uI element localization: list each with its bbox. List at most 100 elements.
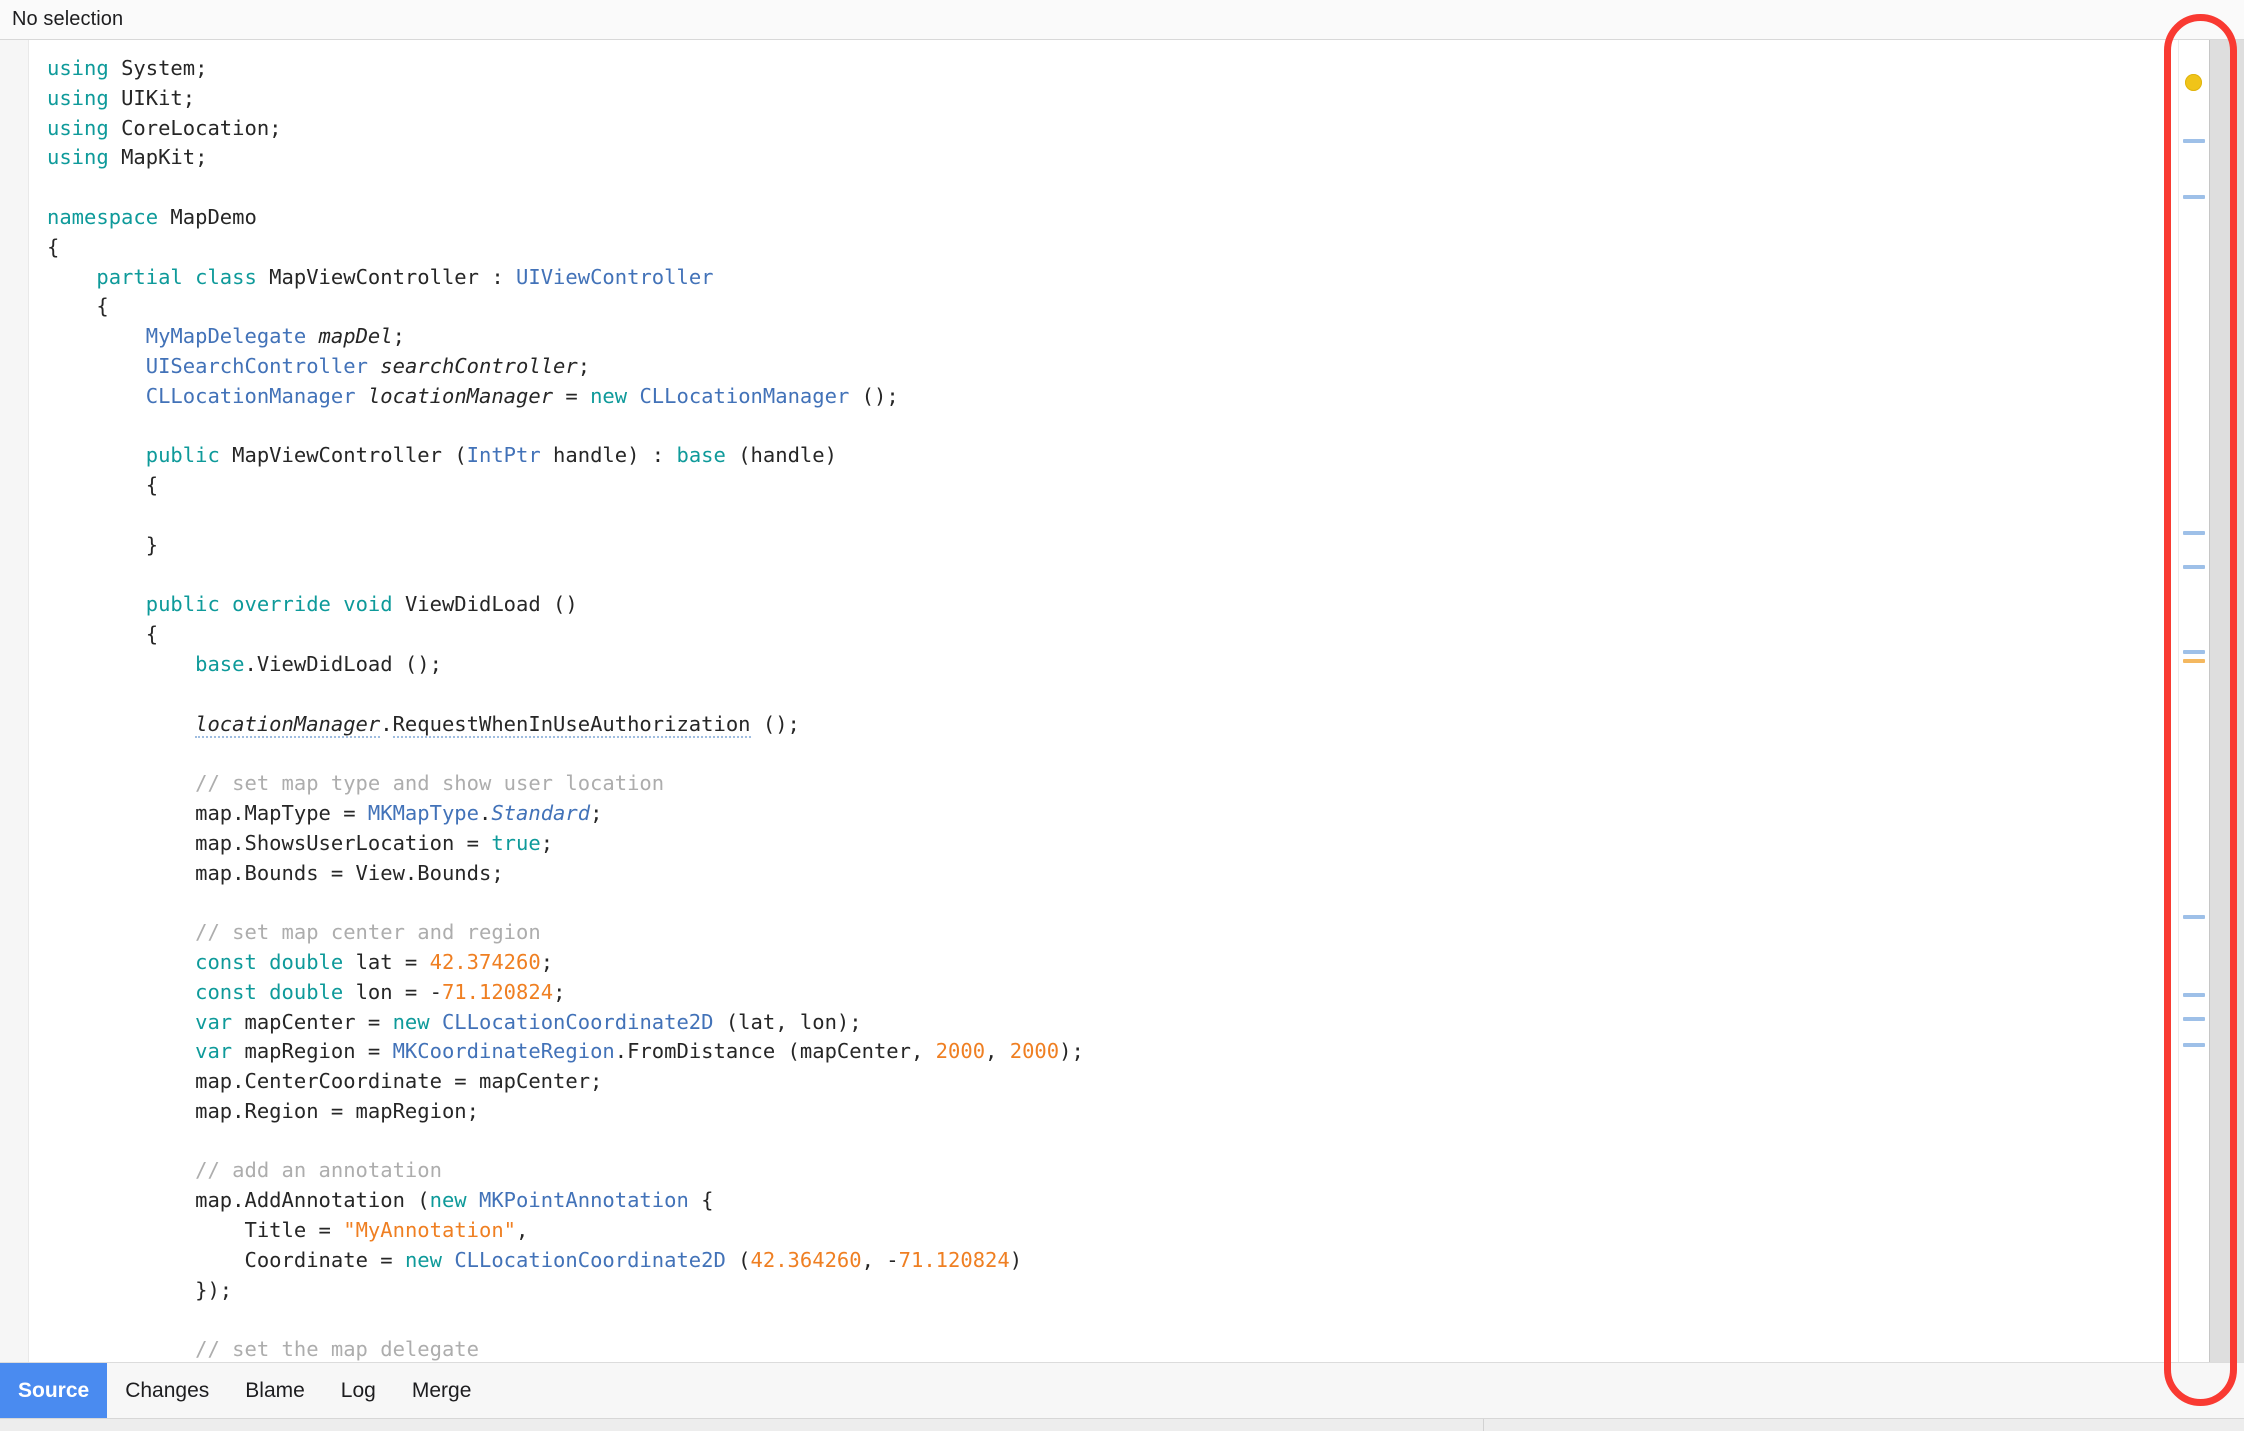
code-line: namespace MapDemo	[47, 203, 2178, 233]
code-token: .ViewDidLoad ();	[244, 651, 442, 676]
code-token: const double	[195, 949, 356, 974]
code-token: // add an annotation	[195, 1158, 442, 1183]
code-token: // set map type and show user location	[195, 771, 665, 796]
code-token: )	[1009, 1247, 1023, 1272]
code-line: map.ShowsUserLocation = true;	[47, 829, 2178, 859]
bottom-tab-bar-filler	[489, 1363, 2244, 1418]
code-token: }	[47, 532, 159, 557]
code-line: map.AddAnnotation (new MKPointAnnotation…	[47, 1186, 2178, 1216]
code-line: }	[47, 531, 2178, 561]
editor-gutter[interactable]	[0, 40, 29, 1362]
code-token: .FromDistance (mapCenter,	[614, 1039, 936, 1064]
right-tab-strip: Toolbox Document Outline	[2209, 40, 2244, 1362]
bottom-tab-changes[interactable]: Changes	[107, 1363, 227, 1418]
code-token: MKMapType	[367, 800, 479, 825]
code-token: CLLocationCoordinate2D	[454, 1247, 726, 1272]
scrollbar-marker-blue[interactable]	[2183, 915, 2205, 919]
code-token: new	[429, 1188, 479, 1213]
code-viewport[interactable]: using System; using UIKit; using CoreLocat…	[29, 40, 2178, 1362]
code-token: (handle)	[738, 443, 837, 468]
code-token: ViewDidLoad ()	[404, 592, 578, 617]
code-line: UISearchController searchController;	[47, 352, 2178, 382]
scrollbar-marker-blue[interactable]	[2183, 531, 2205, 535]
code-token: "MyAnnotation"	[343, 1218, 517, 1243]
code-token: .	[479, 800, 492, 825]
code-token: mapCenter =	[244, 1009, 393, 1034]
bottom-edge-right	[1483, 1419, 2244, 1431]
code-token: lon = -	[355, 979, 442, 1004]
bottom-tab-merge[interactable]: Merge	[394, 1363, 490, 1418]
code-token: using	[47, 115, 122, 140]
code-line: map.MapType = MKMapType.Standard;	[47, 799, 2178, 829]
scrollbar-marker-blue[interactable]	[2183, 1017, 2205, 1021]
code-token: (lat, lon);	[713, 1009, 862, 1034]
code-token: MyMapDelegate	[145, 324, 307, 349]
code-token: ;	[590, 800, 603, 825]
code-line: partial class MapViewController : UIView…	[47, 263, 2178, 293]
code-token: {	[47, 473, 159, 498]
code-line: const double lon = -71.120824;	[47, 978, 2178, 1008]
code-line: {	[47, 233, 2178, 263]
vertical-scrollbar-markers[interactable]	[2178, 40, 2209, 1362]
code-token: UISearchController	[145, 353, 368, 378]
code-token: var	[195, 1009, 245, 1034]
code-token: base	[676, 443, 739, 468]
status-bar: No selection	[0, 0, 2244, 40]
code-token: ;	[540, 830, 554, 855]
code-token: , -	[861, 1247, 899, 1272]
bottom-tab-blame[interactable]: Blame	[227, 1363, 323, 1418]
bottom-tab-log[interactable]: Log	[323, 1363, 394, 1418]
ide-window: No selection using System; using UIKit; us…	[0, 0, 2244, 1431]
code-line: CLLocationManager locationManager = new …	[47, 382, 2178, 412]
code-token: partial class	[96, 264, 270, 289]
code-token: Coordinate =	[244, 1247, 405, 1272]
code-token: 2000	[1009, 1039, 1060, 1064]
scrollbar-marker-orange[interactable]	[2183, 659, 2205, 663]
bottom-tab-label: Merge	[411, 1378, 472, 1402]
code-line: Title = "MyAnnotation",	[47, 1216, 2178, 1246]
scrollbar-marker-blue[interactable]	[2183, 1043, 2205, 1047]
bottom-tab-source[interactable]: Source	[0, 1363, 108, 1418]
bottom-edge-left	[0, 1419, 1483, 1431]
code-line: // set map center and region	[47, 918, 2178, 948]
code-token: namespace	[47, 204, 171, 229]
source-editor[interactable]: using System; using UIKit; using CoreLocat…	[0, 40, 2209, 1362]
vertical-tab-toolbox[interactable]: Toolbox	[2210, 42, 2244, 76]
scrollbar-warning-dot[interactable]	[2185, 74, 2202, 91]
code-token: CLLocationCoordinate2D	[441, 1009, 714, 1034]
vertical-tab-document-outline[interactable]: Document Outline	[2210, 160, 2244, 194]
scrollbar-marker-blue[interactable]	[2183, 139, 2205, 143]
code-text[interactable]: using System; using UIKit; using CoreLocat…	[29, 40, 2178, 1362]
code-line: locationManager.RequestWhenInUseAuthoriz…	[47, 710, 2178, 740]
code-token: public	[145, 443, 233, 468]
scrollbar-marker-blue[interactable]	[2183, 195, 2205, 199]
scrollbar-marker-blue[interactable]	[2183, 650, 2205, 654]
code-token: 2000	[935, 1039, 986, 1064]
code-token: ();	[750, 711, 800, 736]
code-token: .	[380, 711, 393, 736]
code-token: new	[392, 1009, 442, 1034]
scrollbar-marker-blue[interactable]	[2183, 993, 2205, 997]
code-token: ;	[540, 949, 554, 974]
scrollbar-marker-blue[interactable]	[2183, 565, 2205, 569]
vertical-tab-document-outline-label: Document Outline	[2209, 160, 2210, 315]
bottom-tab-label: Blame	[245, 1378, 305, 1402]
code-token: map.AddAnnotation (	[195, 1188, 430, 1213]
code-line: using System;	[47, 54, 2178, 84]
code-token: UIKit;	[121, 85, 196, 110]
